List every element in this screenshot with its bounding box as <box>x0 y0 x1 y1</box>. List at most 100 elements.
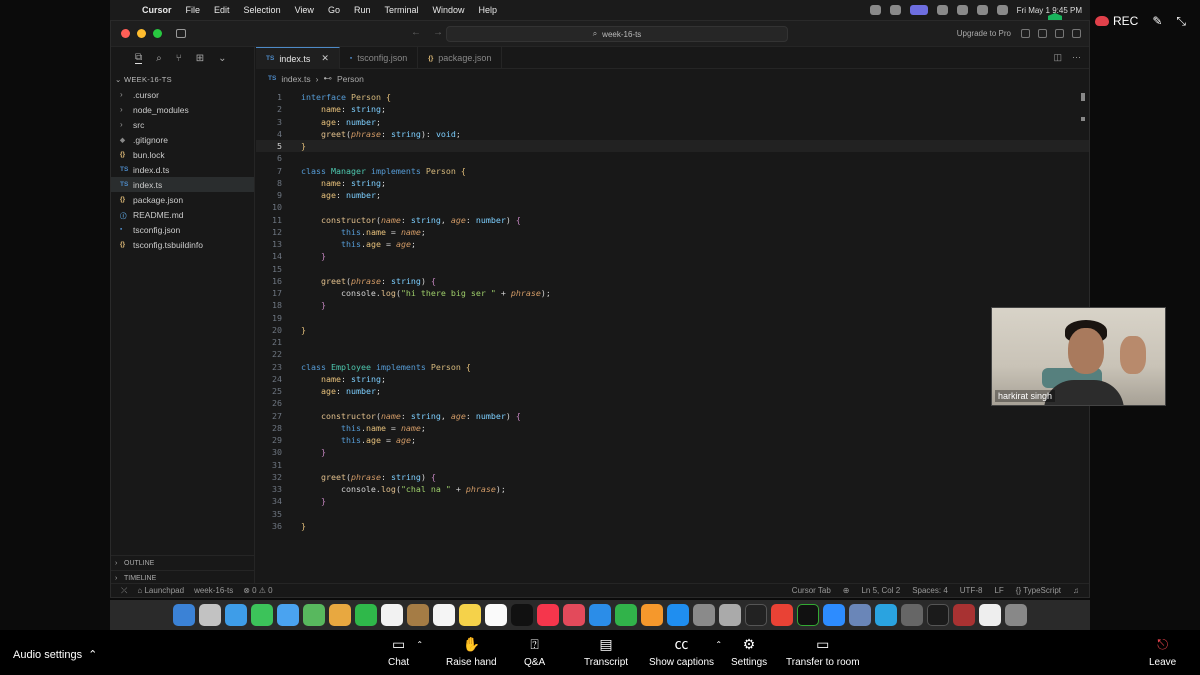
tree-item-folder[interactable]: › node_modules <box>111 102 254 117</box>
layout-icon[interactable] <box>1055 29 1064 38</box>
folder-item[interactable]: week-16-ts <box>194 586 233 595</box>
annotate-pen-icon[interactable]: ✎ <box>1152 14 1162 28</box>
menu-go[interactable]: Go <box>328 5 340 15</box>
search-icon[interactable]: ⌕ <box>156 53 162 64</box>
battery-icon[interactable] <box>996 5 1008 15</box>
upgrade-link[interactable]: Upgrade to Pro <box>957 29 1011 38</box>
source-control-icon[interactable]: ⑂ <box>176 53 182 64</box>
tree-item-folder[interactable]: › .cursor <box>111 87 254 102</box>
split-editor-icon[interactable]: ◫ <box>1053 52 1062 63</box>
more-icon[interactable]: ⋯ <box>1072 52 1081 63</box>
scrollbar-markers[interactable] <box>1081 93 1086 137</box>
reminders-icon[interactable] <box>433 604 455 626</box>
tab-package-json[interactable]: {} package.json <box>418 47 503 69</box>
cursor-app-icon[interactable] <box>927 604 949 626</box>
keynote-icon[interactable] <box>589 604 611 626</box>
recording-indicator[interactable]: REC <box>1094 14 1138 28</box>
tree-item-file[interactable]: {} bun.lock <box>111 147 254 162</box>
minimize-window-button[interactable] <box>137 29 146 38</box>
contacts-icon[interactable] <box>407 604 429 626</box>
menu-help[interactable]: Help <box>479 5 498 15</box>
iphone-mirroring-icon[interactable] <box>719 604 741 626</box>
launchpad-icon[interactable] <box>199 604 221 626</box>
encoding[interactable]: UTF-8 <box>960 586 983 595</box>
calendar-icon[interactable] <box>381 604 403 626</box>
participant-video[interactable]: harkirat singh <box>991 307 1166 406</box>
menu-selection[interactable]: Selection <box>244 5 281 15</box>
photos-icon[interactable] <box>329 604 351 626</box>
layout-icon[interactable] <box>1021 29 1030 38</box>
app-store-icon[interactable] <box>667 604 689 626</box>
tray-icon[interactable] <box>889 5 901 15</box>
system-settings-icon[interactable] <box>693 604 715 626</box>
tree-item-file[interactable]: TS index.d.ts <box>111 162 254 177</box>
command-center-search[interactable]: ⌕ week-16-ts <box>446 26 788 42</box>
language-mode[interactable]: {} TypeScript <box>1016 586 1061 595</box>
remote-icon[interactable]: ⤫ <box>121 586 127 596</box>
extensions-icon[interactable]: ⊞ <box>196 53 204 64</box>
close-icon[interactable]: ✕ <box>321 53 329 64</box>
menu-edit[interactable]: Edit <box>214 5 230 15</box>
tree-item-folder[interactable]: › src <box>111 117 254 132</box>
screen-share-icon[interactable] <box>909 5 928 15</box>
show-captions-button[interactable]: ㏄ Show captions ⌃ <box>649 636 722 668</box>
activity-icon[interactable] <box>901 604 923 626</box>
numbers-icon[interactable] <box>615 604 637 626</box>
tab-tsconfig-json[interactable]: ▪ tsconfig.json <box>340 47 419 69</box>
tree-item-file[interactable]: {} package.json <box>111 192 254 207</box>
tree-item-file-selected[interactable]: TS index.ts <box>111 177 254 192</box>
eol[interactable]: LF <box>994 586 1003 595</box>
tree-item-file[interactable]: {} tsconfig.tsbuildinfo <box>111 237 254 252</box>
tree-item-file[interactable]: ◆ .gitignore <box>111 132 254 147</box>
outline-section[interactable]: › OUTLINE <box>111 555 255 570</box>
finder-icon[interactable] <box>173 604 195 626</box>
pages-icon[interactable] <box>641 604 663 626</box>
notes-icon[interactable] <box>459 604 481 626</box>
menu-file[interactable]: File <box>186 5 201 15</box>
mail-icon[interactable] <box>277 604 299 626</box>
explorer-files-icon[interactable]: ⧉ <box>135 52 143 64</box>
menu-view[interactable]: View <box>295 5 314 15</box>
chevron-up-icon[interactable]: ⌃ <box>416 640 423 649</box>
menu-window[interactable]: Window <box>432 5 464 15</box>
iterm-icon[interactable] <box>797 604 819 626</box>
close-window-button[interactable] <box>121 29 130 38</box>
transfer-to-room-button[interactable]: ▭ Transfer to room <box>786 636 860 668</box>
tree-item-file[interactable]: ▪ tsconfig.json <box>111 222 254 237</box>
downloads-folder-icon[interactable] <box>979 604 1001 626</box>
cursor-tab-item[interactable]: Cursor Tab <box>792 586 831 595</box>
tray-icon[interactable] <box>956 5 968 15</box>
tray-icon[interactable] <box>869 5 881 15</box>
menu-terminal[interactable]: Terminal <box>384 5 418 15</box>
telegram-icon[interactable] <box>875 604 897 626</box>
maps-icon[interactable] <box>303 604 325 626</box>
terminal-icon[interactable] <box>745 604 767 626</box>
tab-index-ts[interactable]: TS index.ts ✕ <box>256 47 340 69</box>
breadcrumb-file[interactable]: index.ts <box>281 74 310 84</box>
preview-icon[interactable] <box>849 604 871 626</box>
chrome-icon[interactable] <box>771 604 793 626</box>
transcript-button[interactable]: ▤ Transcript <box>584 636 628 668</box>
toggle-sidebar-icon[interactable] <box>176 29 186 38</box>
freeform-icon[interactable] <box>485 604 507 626</box>
menu-run[interactable]: Run <box>354 5 371 15</box>
qa-button[interactable]: ⍰ Q&A <box>524 636 545 668</box>
safari-icon[interactable] <box>225 604 247 626</box>
dictionary-icon[interactable] <box>953 604 975 626</box>
raise-hand-button[interactable]: ✋ Raise hand <box>446 636 497 668</box>
launchpad-item[interactable]: ⌂ Launchpad <box>137 586 184 595</box>
audio-settings-button[interactable]: Audio settings ⌃ <box>13 648 97 662</box>
settings-gear-icon[interactable] <box>1072 29 1081 38</box>
zoom-icon[interactable]: ⊕ <box>843 586 850 595</box>
leave-button[interactable]: ⎋ Leave <box>1149 636 1176 668</box>
indentation[interactable]: Spaces: 4 <box>912 586 948 595</box>
trash-icon[interactable] <box>1005 604 1027 626</box>
chat-button[interactable]: ▭ Chat ⌃ <box>388 636 423 668</box>
wifi-icon[interactable] <box>976 5 988 15</box>
chevron-up-icon[interactable]: ⌃ <box>715 640 722 649</box>
facetime-icon[interactable] <box>355 604 377 626</box>
code-editor[interactable]: 1 interface Person { 2 name: string; 3 ag… <box>256 91 1089 561</box>
explorer-root[interactable]: ⌄ WEEK-16-TS <box>111 69 254 87</box>
maximize-window-button[interactable] <box>153 29 162 38</box>
apple-tv-icon[interactable] <box>511 604 533 626</box>
